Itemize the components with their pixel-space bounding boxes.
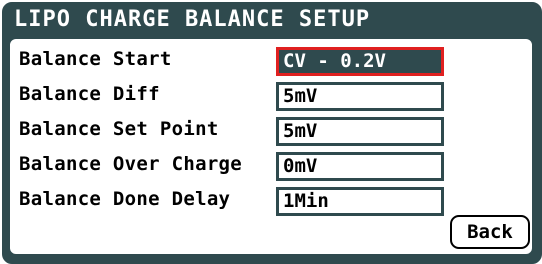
balance-set-point-field[interactable]: 5mV: [276, 117, 444, 146]
balance-over-charge-field[interactable]: 0mV: [276, 152, 444, 181]
setting-row-balance-done-delay: Balance Done Delay 1Min: [10, 184, 532, 218]
setting-row-balance-diff: Balance Diff 5mV: [10, 79, 532, 113]
balance-done-delay-field[interactable]: 1Min: [276, 187, 444, 216]
balance-start-field[interactable]: CV - 0.2V: [276, 47, 444, 76]
title-bar: LIPO CHARGE BALANCE SETUP: [4, 4, 540, 35]
balance-done-delay-label: Balance Done Delay: [19, 188, 231, 210]
setting-row-balance-over-charge: Balance Over Charge 0mV: [10, 149, 532, 183]
back-button[interactable]: Back: [450, 215, 530, 249]
balance-set-point-label: Balance Set Point: [19, 118, 219, 140]
balance-diff-field[interactable]: 5mV: [276, 82, 444, 111]
setting-row-balance-start: Balance Start CV - 0.2V: [10, 44, 532, 78]
balance-over-charge-label: Balance Over Charge: [19, 153, 243, 175]
balance-diff-label: Balance Diff: [19, 83, 160, 105]
dialog-frame: LIPO CHARGE BALANCE SETUP Balance Start …: [2, 2, 542, 264]
settings-panel: Balance Start CV - 0.2V Balance Diff 5mV…: [8, 37, 534, 256]
balance-start-label: Balance Start: [19, 48, 172, 70]
setting-row-balance-set-point: Balance Set Point 5mV: [10, 114, 532, 148]
